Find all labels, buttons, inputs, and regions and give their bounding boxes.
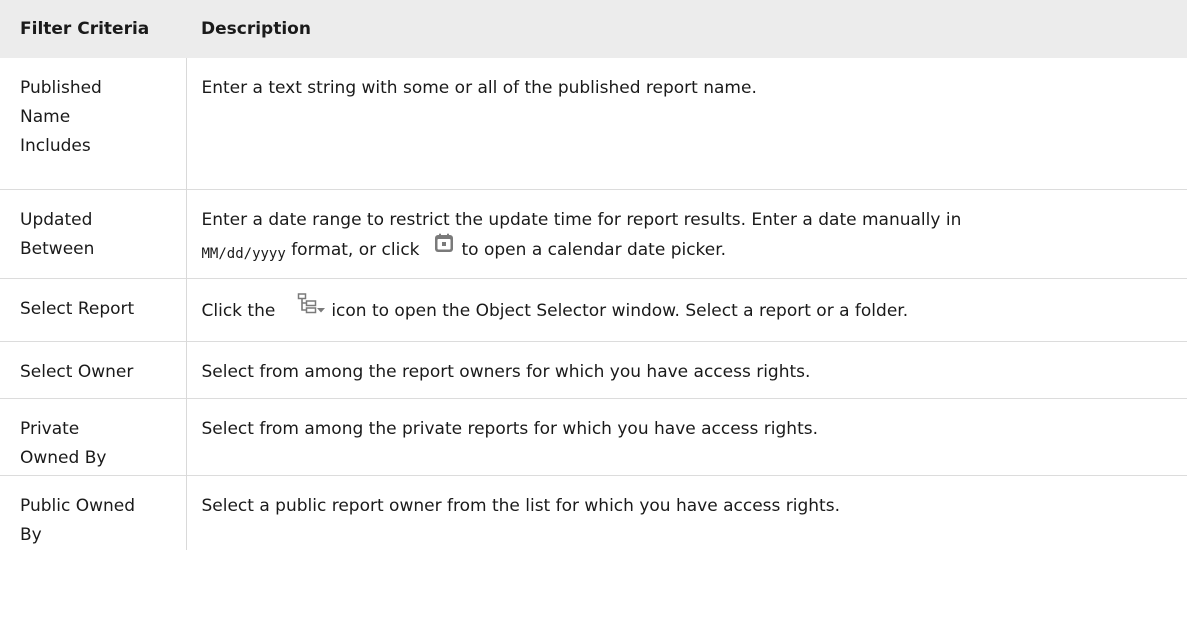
criteria-label-line: Includes [20,136,91,156]
description-text: Click the [201,300,276,321]
criteria-label-line: Select Owner [20,361,134,382]
column-header-description: Description [201,18,311,39]
description-cell: Enter a text string with some or all of … [185,58,1187,189]
criteria-cell: Private Owned By [0,398,186,475]
table-row: Select Owner Select from among the repor… [0,341,1187,398]
description-cell: Select from among the private reports fo… [185,398,1187,475]
description-text: Select a public report owner from the li… [201,495,840,516]
description-text: Select from among the private reports fo… [201,418,819,439]
description-text: format, or click [285,239,420,260]
criteria-cell: Select Report [0,278,186,341]
criteria-cell: Published Name Includes [0,58,186,189]
description-text: icon to open the Object Selector window.… [331,300,909,321]
table-row: Select Report Click the icon to open the … [0,278,1187,341]
description-cell: Select from among the report owners for … [185,341,1187,398]
table-header-row: Filter Criteria Description [0,0,1187,58]
description-text: to open a calendar date picker. [461,239,727,260]
criteria-label-line: Select Report [20,298,135,319]
criteria-cell: Public Owned By [0,475,186,550]
criteria-label-line: Public Owned [20,495,136,516]
criteria-label-line: Name [20,107,71,127]
description-cell: Enter a date range to restrict the updat… [185,189,1187,278]
table-row: Published Name Includes Enter a text str… [0,58,1187,189]
date-format-code: MM/dd/yyyy [201,245,286,262]
table-row: Public Owned By Select a public report o… [0,475,1187,550]
criteria-label-line: Updated [20,209,93,230]
description-text: Enter a text string with some or all of … [201,78,757,98]
object-selector-tree-icon [297,292,327,325]
criteria-cell: Updated Between [0,189,186,278]
table-row: Private Owned By Select from among the p… [0,398,1187,475]
description-cell: Click the icon to open the Object Selecto… [185,278,1187,341]
criteria-label-line: Private [20,418,80,439]
column-header-filter-criteria: Filter Criteria [20,18,150,39]
criteria-cell: Select Owner [0,341,186,398]
criteria-label-line: By [20,524,42,545]
filter-criteria-table: Filter Criteria Description Published Na… [0,0,1187,550]
criteria-label-line: Published [20,78,102,98]
description-cell: Select a public report owner from the li… [185,475,1187,550]
calendar-icon [434,233,454,263]
description-text: Enter a date range to restrict the updat… [201,209,962,230]
description-text: Select from among the report owners for … [201,361,811,382]
criteria-label-line: Owned By [20,447,107,468]
criteria-label-line: Between [20,238,95,259]
table-row: Updated Between Enter a date range to re… [0,189,1187,278]
